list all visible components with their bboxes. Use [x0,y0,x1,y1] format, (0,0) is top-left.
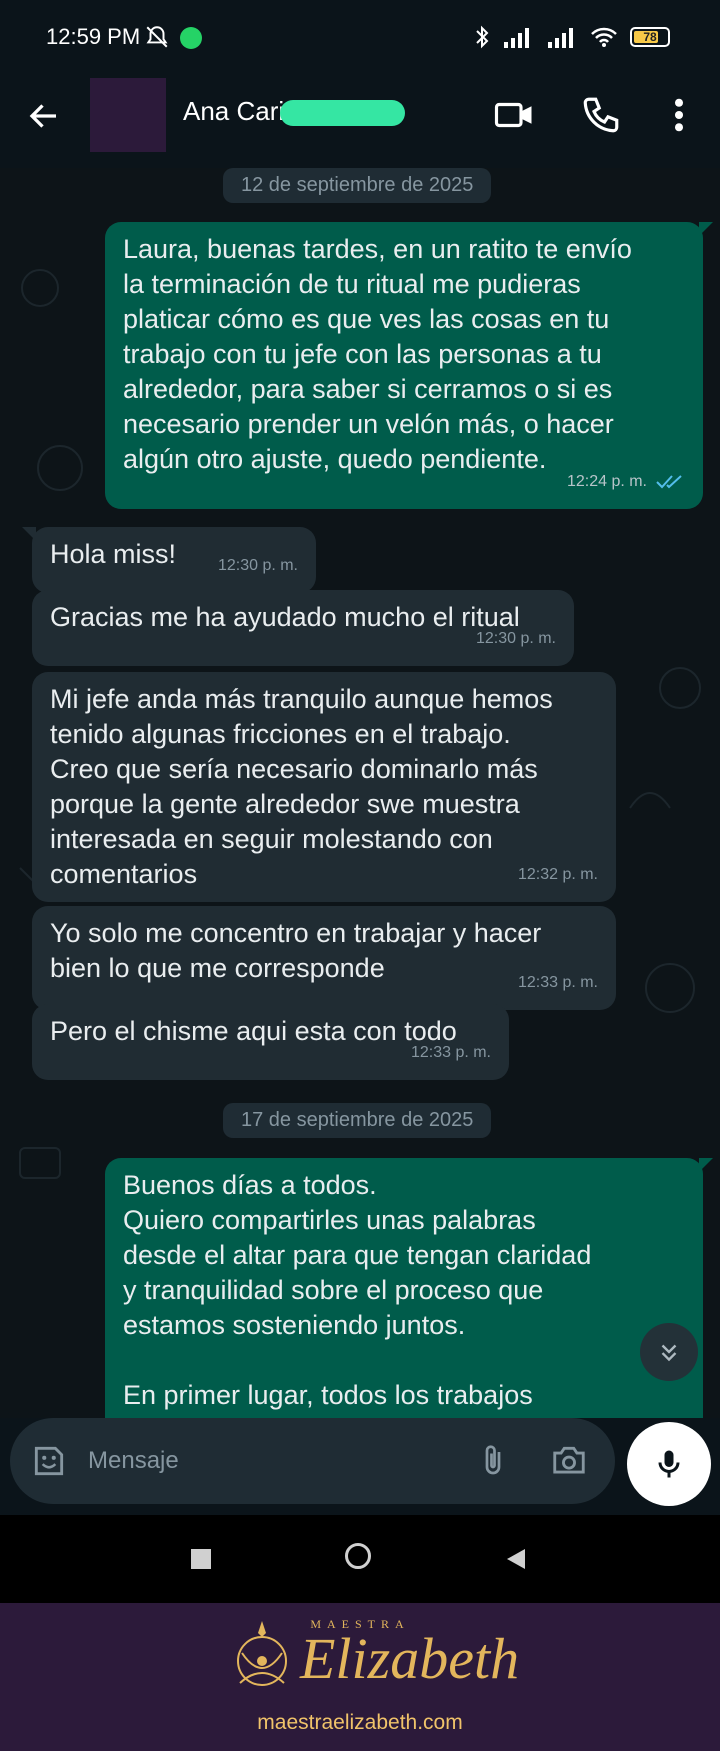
message-bubble[interactable]: Pero el chisme aqui esta con todo 12:33 … [32,1004,509,1080]
message-meta: 12:33 p. m. [518,965,598,1000]
bubble-tail [699,1158,713,1172]
date-separator: 12 de septiembre de 2025 [223,168,492,203]
double-check-icon [656,474,682,488]
contact-name[interactable]: Ana Cari [183,96,284,127]
double-chevron-down-icon [661,1344,677,1362]
brand-watermark: MAESTRA Elizabeth maestraelizabeth.com [0,1603,720,1751]
message-input[interactable]: Mensaje [88,1447,179,1475]
scroll-to-bottom-button[interactable] [640,1323,698,1381]
message-bubble[interactable]: Buenos días a todos. Quiero compartirles… [105,1158,713,1418]
message-meta: 12:30 p. m. [218,548,298,583]
message-text: Mi jefe anda más tranquilo aunque hemos … [50,684,553,889]
attach-icon[interactable] [475,1440,511,1482]
bell-off-icon [146,26,168,48]
message-bubble[interactable]: Yo solo me concentro en trabajar y hacer… [32,906,616,1010]
message-text: Laura, buenas tardes, en un ratito te en… [123,234,632,474]
message-meta: 12:30 p. m. [476,621,556,656]
battery-level: 78 [643,30,657,44]
message-time: 12:24 p. m. [566,473,647,490]
date-separator: 17 de septiembre de 2025 [223,1103,492,1138]
sticker-icon[interactable] [30,1442,68,1480]
back-arrow-icon[interactable] [26,98,62,134]
signal-icon [504,28,529,48]
message-meta: 12:24 p. m. [567,464,685,499]
battery-icon: 78 [630,27,670,47]
message-bubble[interactable]: Hola miss! 12:30 p. m. [22,527,316,593]
video-call-icon[interactable] [493,94,535,136]
message-time: 12:33 p. m. [517,974,598,991]
system-nav-bar [0,1515,720,1603]
chat-area[interactable]: 12 de septiembre de 2025 Laura, buenas t… [0,168,720,1418]
message-time: 12:30 p. m. [475,630,556,647]
message-meta: 12:32 p. m. [518,857,598,892]
brand-url: maestraelizabeth.com [257,1711,463,1734]
bubble-tail [699,222,713,236]
message-text: Buenos días a todos. Quiero compartirles… [123,1170,592,1410]
camera-icon[interactable] [548,1442,590,1480]
bubble-tail [22,527,36,541]
message-time: 12:33 p. m. [410,1044,491,1061]
back-nav-button[interactable] [505,1547,527,1571]
status-time: 12:59 PM [46,24,141,49]
brand-name: Elizabeth [300,1626,520,1691]
message-bubble[interactable]: Gracias me ha ayudado mucho el ritual 12… [32,590,574,666]
more-options-icon[interactable] [664,94,694,136]
chat-header: Ana Cari [0,78,720,168]
avatar[interactable] [90,78,166,152]
bluetooth-icon [476,25,489,49]
phone-call-icon[interactable] [580,94,622,136]
redaction-mark [280,100,405,126]
message-time: 12:32 p. m. [517,866,598,883]
whatsapp-notification-icon [180,27,202,49]
microphone-icon [658,1450,680,1478]
message-input-bar[interactable]: Mensaje [10,1418,615,1504]
signal-icon-2 [548,28,573,48]
status-icons: 78 [474,24,670,50]
message-bubble[interactable]: Laura, buenas tardes, en un ratito te en… [105,222,713,509]
home-button[interactable] [345,1543,371,1569]
message-bubble[interactable]: Mi jefe anda más tranquilo aunque hemos … [32,672,616,902]
voice-message-button[interactable] [627,1422,711,1506]
message-meta: 12:33 p. m. [411,1035,491,1070]
message-time: 12:30 p. m. [217,557,298,574]
status-bar: 12:59 PM 78 [0,0,720,78]
message-text: Yo solo me concentro en trabajar y hacer… [50,918,542,983]
recent-apps-button[interactable] [191,1549,211,1569]
wifi-icon [591,27,617,47]
